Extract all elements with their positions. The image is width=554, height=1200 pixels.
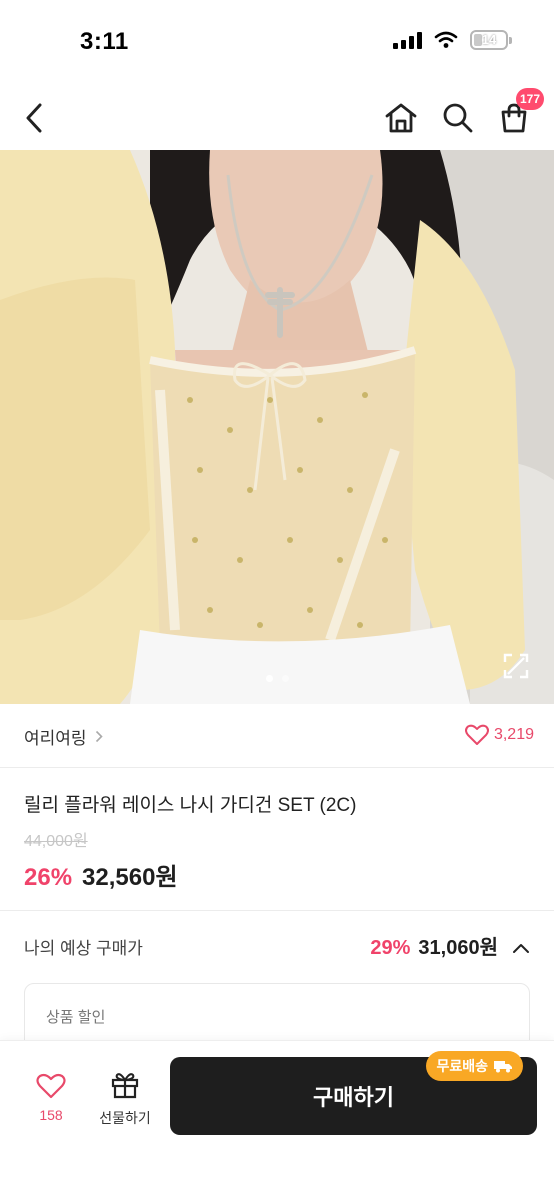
expected-price-label: 나의 예상 구매가 bbox=[24, 939, 143, 958]
search-button[interactable] bbox=[436, 96, 480, 140]
brand-row: 여리여링 3,219 bbox=[0, 704, 554, 768]
bottom-like-button[interactable]: 158 bbox=[22, 1073, 80, 1123]
status-icons: 14 bbox=[393, 30, 512, 50]
gift-button[interactable]: 선물하기 bbox=[90, 1071, 160, 1128]
discount-rate: 26% bbox=[24, 864, 73, 891]
gift-icon bbox=[111, 1073, 139, 1099]
nav-bar: 177 bbox=[0, 86, 554, 150]
heart-icon bbox=[36, 1073, 66, 1099]
product-photo bbox=[0, 150, 554, 704]
battery-level: 14 bbox=[481, 32, 497, 47]
home-button[interactable] bbox=[379, 96, 423, 140]
chevron-right-icon bbox=[95, 730, 103, 743]
brand-name: 여리여링 bbox=[24, 729, 87, 748]
heart-icon bbox=[464, 724, 489, 745]
buy-button-label: 구매하기 bbox=[313, 1085, 394, 1110]
home-icon bbox=[385, 103, 417, 133]
gift-label: 선물하기 bbox=[99, 1110, 151, 1126]
free-shipping-badge: 무료배송 bbox=[426, 1051, 523, 1081]
brand-link[interactable]: 여리여링 bbox=[24, 724, 103, 749]
chevron-up-icon bbox=[513, 944, 529, 953]
like-button[interactable]: 3,219 bbox=[464, 724, 534, 746]
original-price: 44,000원 bbox=[24, 833, 88, 850]
like-count: 3,219 bbox=[493, 726, 534, 743]
bottom-action-bar: 158 선물하기 구매하기 무료배송 bbox=[0, 1040, 554, 1200]
status-time: 3:11 bbox=[80, 28, 129, 55]
carousel-dot bbox=[281, 675, 289, 682]
back-icon bbox=[26, 103, 42, 133]
expected-discount-rate: 29% bbox=[370, 937, 411, 959]
sale-price: 32,560원 bbox=[82, 864, 178, 891]
battery-icon: 14 bbox=[470, 30, 512, 50]
cellular-signal-icon bbox=[393, 31, 422, 49]
product-info: 릴리 플라워 레이스 나시 가디건 SET (2C) 44,000원 26% 3… bbox=[24, 790, 534, 892]
status-bar: 3:11 14 bbox=[0, 0, 554, 80]
sale-price-row: 26% 32,560원 bbox=[24, 857, 534, 892]
bottom-like-count: 158 bbox=[39, 1107, 63, 1123]
back-button[interactable] bbox=[12, 96, 56, 140]
wifi-icon bbox=[434, 31, 458, 48]
carousel-dot-active bbox=[265, 675, 273, 682]
product-discount-label: 상품 할인 bbox=[46, 1009, 106, 1026]
expand-icon[interactable] bbox=[502, 652, 530, 680]
truck-icon bbox=[494, 1061, 512, 1073]
search-icon bbox=[443, 103, 473, 133]
product-title: 릴리 플라워 레이스 나시 가디건 SET (2C) bbox=[24, 795, 357, 816]
expected-price: 31,060원 bbox=[418, 937, 498, 959]
cart-count-badge: 177 bbox=[515, 88, 544, 110]
expected-price-toggle[interactable]: 29% 31,060원 bbox=[370, 931, 530, 960]
product-image-carousel[interactable] bbox=[0, 150, 554, 704]
carousel-pagination bbox=[0, 675, 554, 682]
buy-button[interactable]: 구매하기 무료배송 bbox=[170, 1051, 537, 1135]
expected-price-row[interactable]: 나의 예상 구매가 29% 31,060원 bbox=[0, 911, 554, 979]
free-shipping-label: 무료배송 bbox=[436, 1058, 488, 1074]
cart-button[interactable]: 177 bbox=[492, 88, 544, 140]
